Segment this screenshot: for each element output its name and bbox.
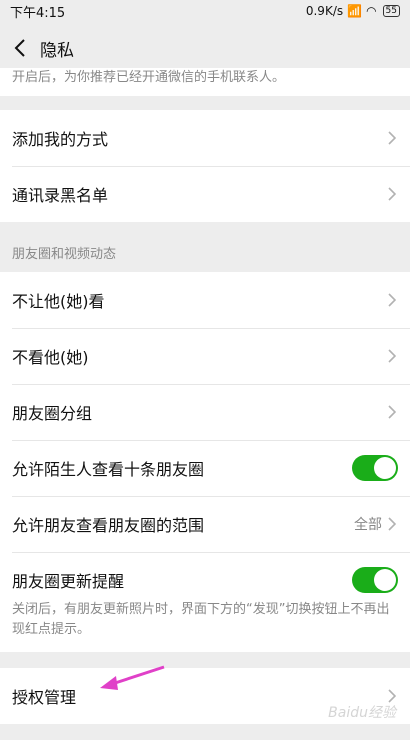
row-label: 不让他(她)看 xyxy=(12,292,105,311)
annotation-arrow-icon xyxy=(100,665,165,690)
chevron-right-icon xyxy=(388,130,398,146)
toggle-knob xyxy=(374,569,396,591)
row-contacts-blacklist[interactable]: 通讯录黑名单 xyxy=(0,166,410,222)
back-button[interactable] xyxy=(2,22,38,74)
moments-group: 不让他(她)看 不看他(她) 朋友圈分组 允许陌生人查看十条朋友圈 允许朋友查看… xyxy=(0,272,410,652)
chevron-right-icon xyxy=(388,516,398,532)
row-label: 不看他(她) xyxy=(12,348,89,367)
chevron-right-icon xyxy=(388,186,398,202)
row-moments-groups[interactable]: 朋友圈分组 xyxy=(0,384,410,440)
status-bar: 下午4:15 0.9K/s 📶 ◠ 55 xyxy=(0,0,410,22)
row-allow-strangers-ten-posts: 允许陌生人查看十条朋友圈 xyxy=(0,440,410,496)
chevron-right-icon xyxy=(388,404,398,420)
network-speed: 0.9K/s xyxy=(305,4,344,18)
contacts-group: 添加我的方式 通讯录黑名单 xyxy=(0,110,410,222)
chevron-right-icon xyxy=(388,348,398,364)
row-label: 允许陌生人查看十条朋友圈 xyxy=(12,460,205,479)
row-label: 添加我的方式 xyxy=(12,130,109,149)
toggle-allow-strangers[interactable] xyxy=(352,455,398,481)
battery-icon: 55 xyxy=(382,5,400,17)
page-title: 隐私 xyxy=(40,40,74,61)
row-moments-update-reminder: 朋友圈更新提醒 xyxy=(0,552,410,608)
row-label: 通讯录黑名单 xyxy=(12,186,109,205)
watermark: Baidu经验 xyxy=(328,705,396,721)
toggle-update-reminder[interactable] xyxy=(352,567,398,593)
recommend-description-text: 开启后，为你推荐已经开通微信的手机联系人。 xyxy=(12,70,286,85)
nav-bar: 隐私 xyxy=(0,22,410,74)
signal-icon: 📶 xyxy=(347,4,363,18)
chevron-right-icon xyxy=(388,292,398,308)
row-label: 朋友圈更新提醒 xyxy=(12,572,125,591)
toggle-knob xyxy=(374,457,396,479)
row-hide-their-moments[interactable]: 不看他(她) xyxy=(0,328,410,384)
chevron-left-icon xyxy=(14,39,25,57)
row-value: 全部 xyxy=(354,517,382,533)
row-add-me-methods[interactable]: 添加我的方式 xyxy=(0,110,410,166)
row-label: 朋友圈分组 xyxy=(12,404,93,423)
wifi-icon: ◠ xyxy=(366,4,377,18)
recommend-description: 开启后，为你推荐已经开通微信的手机联系人。 xyxy=(0,68,410,96)
row-label: 允许朋友查看朋友圈的范围 xyxy=(12,516,205,535)
section-header-moments: 朋友圈和视频动态 xyxy=(12,246,117,262)
row-hide-my-moments[interactable]: 不让他(她)看 xyxy=(0,272,410,328)
row-friends-view-range[interactable]: 允许朋友查看朋友圈的范围 全部 xyxy=(0,496,410,552)
status-icons: 0.9K/s 📶 ◠ 55 xyxy=(306,4,400,18)
status-time: 下午4:15 xyxy=(10,5,66,21)
